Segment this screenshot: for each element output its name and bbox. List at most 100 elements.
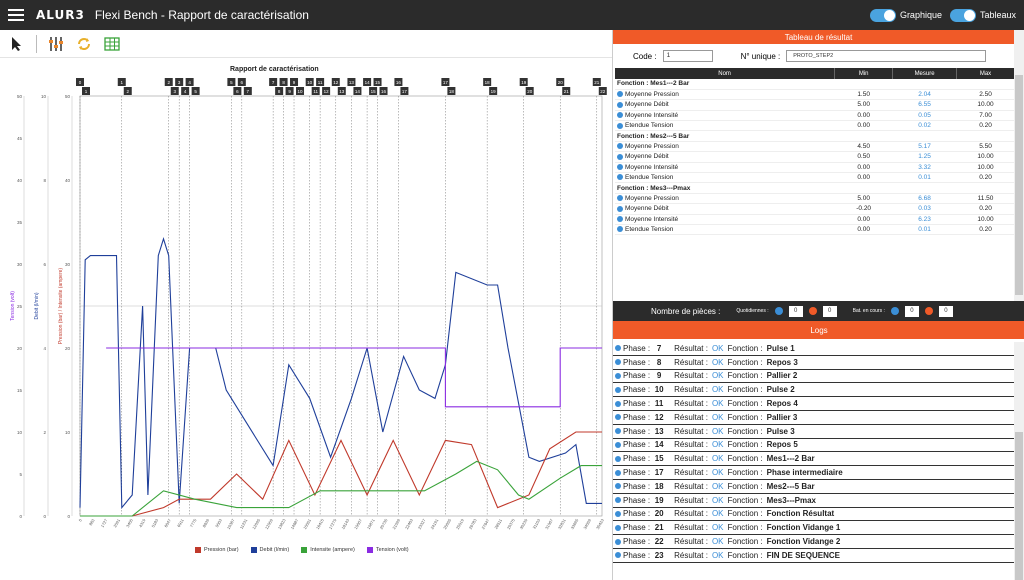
- toggle-switch-graphique[interactable]: [869, 8, 896, 22]
- quotidiennes-nok-count: 0: [822, 305, 837, 317]
- measure-label: Moyenne Intensité: [625, 111, 679, 119]
- cursor-icon[interactable]: [8, 35, 26, 53]
- log-row[interactable]: Phase :11 Résultat : OK Fonction : Repos 4: [613, 397, 1015, 411]
- log-function-label: Fonction :: [727, 412, 763, 422]
- measure-label: Moyenne Pression: [625, 91, 679, 99]
- log-result-value: OK: [711, 550, 724, 560]
- toggle-tableaux[interactable]: Tableaux: [949, 8, 1016, 22]
- x-tick-label: 21599: [391, 517, 401, 530]
- code-field[interactable]: 1: [662, 50, 713, 62]
- legend-entry[interactable]: Pression (bar): [195, 547, 239, 553]
- log-function-name: Repos 3: [766, 357, 798, 367]
- phase-marker-bottom-label: 18: [449, 89, 455, 94]
- en-cours-ok-count: 0: [904, 305, 919, 317]
- x-tick-label: 24191: [429, 517, 439, 530]
- chart-legend: Pression (bar) Debit (l/min) Intensite (am…: [195, 547, 409, 553]
- log-row[interactable]: Phase :17 Résultat : OK Fonction : Phase int…: [613, 466, 1015, 480]
- measure-name: Moyenne Pression: [615, 193, 835, 205]
- nok-dot-icon: [808, 307, 817, 315]
- log-function-name: Repos 5: [766, 440, 798, 450]
- function-name: Fonction : Mes1---2 Bar: [615, 79, 1015, 90]
- legend-swatch: [250, 547, 257, 553]
- status-dot-icon: [617, 91, 623, 98]
- x-tick-label: 19007: [353, 517, 363, 530]
- x-tick-label: 3455: [125, 517, 134, 528]
- refresh-icon[interactable]: [75, 35, 93, 53]
- measure-label: Moyenne Débit: [625, 101, 669, 109]
- log-row[interactable]: Phase :21 Résultat : OK Fonction : Fonction …: [613, 521, 1015, 536]
- legend-entry[interactable]: Tension (volt): [366, 547, 409, 553]
- log-row[interactable]: Phase :23 Résultat : OK Fonction : FIN DE SE…: [613, 549, 1015, 563]
- counter-label: Nombre de pièces :: [651, 306, 721, 316]
- x-tick-label: 9503: [214, 517, 223, 528]
- function-group-row: Fonction : Mes2---5 Bar: [615, 130, 1015, 142]
- log-phase-number: 10: [654, 385, 664, 395]
- unique-number-field[interactable]: PROTO_STEP2: [786, 50, 987, 62]
- log-phase-number: 17: [654, 468, 664, 478]
- log-phase-number: 7: [656, 343, 662, 353]
- x-tick-label: 29375: [506, 517, 516, 530]
- log-row[interactable]: Phase :15 Résultat : OK Fonction : Mes1---2 …: [613, 452, 1015, 467]
- log-row[interactable]: Phase :19 Résultat : OK Fonction : Mes3---Pm…: [613, 494, 1015, 508]
- log-row[interactable]: Phase :14 Résultat : OK Fonction : Repos 5: [613, 439, 1015, 453]
- log-row[interactable]: Phase :18 Résultat : OK Fonction : Mes2---5 …: [613, 480, 1015, 494]
- sliders-icon[interactable]: [47, 35, 65, 53]
- chart-svg[interactable]: 0 5 10 15 20 25 30 35 40 45 50 Tension (volt) 0 2 4 6 8 1…: [0, 58, 612, 580]
- log-row[interactable]: Phase :10 Résultat : OK Fonction : Pulse 2: [613, 383, 1015, 398]
- x-tick-label: 8639: [201, 517, 210, 528]
- log-row[interactable]: Phase :13 Résultat : OK Fonction : Pulse 3: [613, 425, 1015, 439]
- log-phase-label: Phase :: [623, 357, 651, 367]
- log-row[interactable]: Phase :22 Résultat : OK Fonction : Fonction …: [613, 535, 1015, 549]
- legend-entry[interactable]: Intensite (ampere): [301, 547, 355, 553]
- menu-icon[interactable]: [8, 9, 24, 21]
- logs-list[interactable]: Phase :7 Résultat : OK Fonction : Pulse 1 Pha…: [613, 342, 1015, 580]
- measure-label: Moyenne Pression: [625, 143, 679, 151]
- nok-dot-icon: [924, 307, 933, 315]
- logs-scrollbar[interactable]: [1014, 342, 1024, 580]
- phase-marker-top-label: 17: [443, 80, 449, 85]
- log-result-label: Résultat :: [674, 440, 708, 450]
- code-label: Code :: [633, 51, 657, 61]
- logs-scroll-thumb[interactable]: [1015, 432, 1023, 580]
- function-name: Fonction : Mes3---Pmax: [615, 182, 1015, 194]
- app-logo: ALUR3: [36, 8, 85, 22]
- results-scrollbar[interactable]: [1014, 30, 1024, 301]
- status-dot-icon: [615, 538, 621, 545]
- x-tick-label: 30239: [519, 517, 529, 530]
- characterization-chart[interactable]: 0 5 10 15 20 25 30 35 40 45 50 Tension (volt) 0 2 4 6 8 1…: [0, 58, 612, 580]
- y-tick-label: 20: [65, 346, 71, 351]
- chart-toolbar: [0, 30, 612, 58]
- status-dot-icon: [615, 552, 621, 559]
- status-dot-icon: [615, 469, 621, 476]
- log-function-name: Pulse 3: [766, 426, 795, 436]
- log-phase-number: 11: [654, 399, 664, 409]
- log-phase-label: Phase :: [623, 371, 651, 381]
- status-dot-icon: [617, 153, 623, 160]
- toggle-graphique[interactable]: Graphique: [869, 8, 942, 22]
- legend-entry[interactable]: Debit (l/min): [250, 547, 289, 553]
- log-row[interactable]: Phase : 8 Résultat : OK Fonction : Repos 3: [613, 356, 1015, 370]
- measure-label: Moyenne Intensité: [625, 215, 679, 223]
- en-cours-label: Bat. en cours :: [852, 308, 885, 314]
- measure-name: Etendue Tension: [615, 172, 835, 184]
- log-row[interactable]: Phase :12 Résultat : OK Fonction : Pallier 3: [613, 411, 1015, 425]
- x-tick-label: 19871: [366, 517, 376, 530]
- results-scroll-thumb[interactable]: [1015, 75, 1023, 295]
- table-grid-icon[interactable]: [103, 35, 121, 53]
- x-tick-label: 28511: [493, 517, 503, 530]
- y-tick-label: 20: [17, 346, 23, 351]
- log-row[interactable]: Phase : 7 Résultat : OK Fonction : Pulse 1: [613, 342, 1015, 356]
- max-value: 0.20: [956, 120, 1015, 132]
- min-value: 0.00: [834, 172, 893, 184]
- log-phase-number: 12: [654, 412, 664, 422]
- toggle-switch-tableaux[interactable]: [949, 8, 976, 22]
- measure-label: Etendue Tension: [625, 226, 674, 234]
- log-row[interactable]: Phase :20 Résultat : OK Fonction : Fonction …: [613, 508, 1015, 522]
- log-result-label: Résultat :: [674, 412, 708, 422]
- x-tick-label: 10367: [226, 517, 236, 530]
- log-row[interactable]: Phase : 9 Résultat : OK Fonction : Pallier 2: [613, 370, 1015, 384]
- log-result-value: OK: [711, 343, 724, 353]
- y-axis-label: Debit (l/min): [34, 292, 40, 319]
- code-row: Code : 1 N° unique : PROTO_STEP2: [613, 44, 1024, 68]
- log-phase-label: Phase :: [623, 495, 651, 505]
